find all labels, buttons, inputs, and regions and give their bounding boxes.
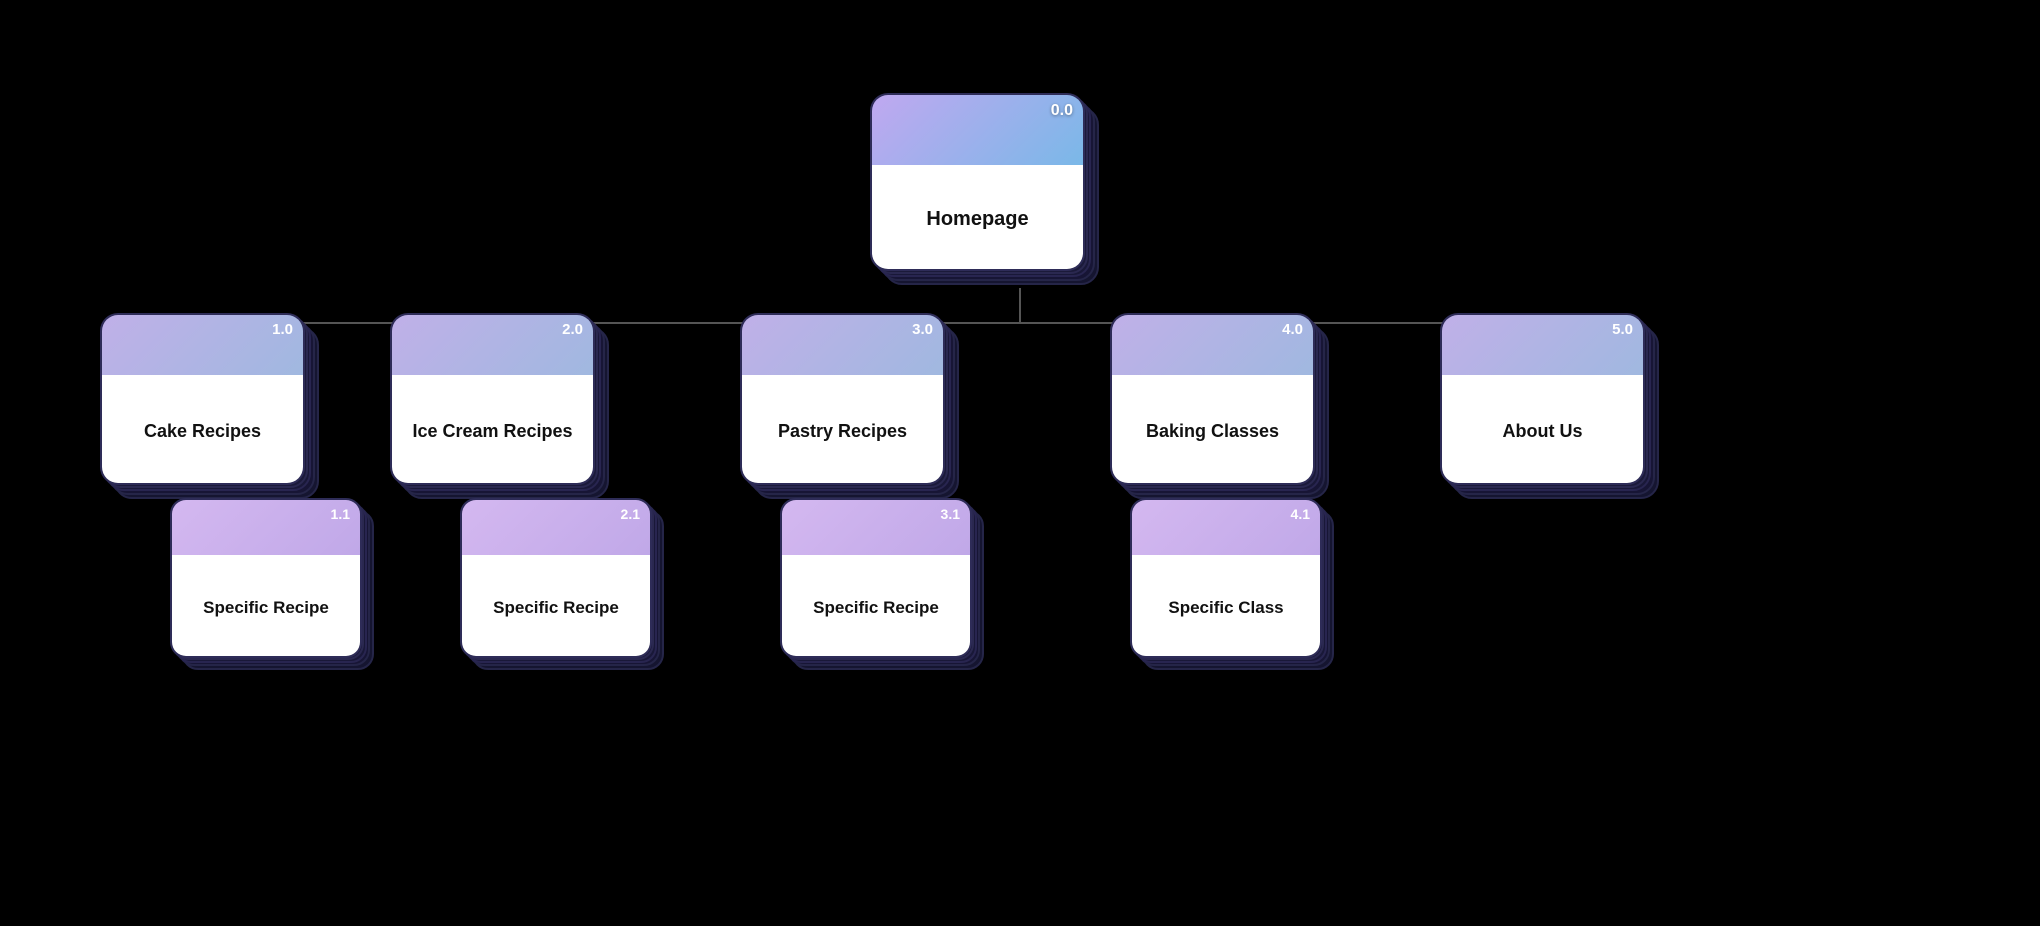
node-41-label: Specific Class (1168, 598, 1283, 618)
node-3-number: 3.0 (912, 321, 933, 338)
node-5[interactable]: 5.0 About Us (1440, 313, 1660, 503)
node-4[interactable]: 4.0 Baking Classes (1110, 313, 1330, 503)
node-3-label: Pastry Recipes (778, 421, 907, 442)
node-31-label: Specific Recipe (813, 598, 939, 618)
node-5-label: About Us (1503, 421, 1583, 442)
node-1-label: Cake Recipes (144, 421, 261, 442)
node-11-label: Specific Recipe (203, 598, 329, 618)
node-41[interactable]: 4.1 Specific Class (1130, 498, 1335, 673)
node-21-number: 2.1 (621, 506, 640, 522)
node-11-number: 1.1 (331, 506, 350, 522)
node-2-number: 2.0 (562, 321, 583, 338)
node-root-number: 0.0 (1051, 102, 1073, 120)
node-2-label: Ice Cream Recipes (412, 421, 572, 442)
node-11[interactable]: 1.1 Specific Recipe (170, 498, 375, 673)
node-1-number: 1.0 (272, 321, 293, 338)
node-root[interactable]: 0.0 Homepage (870, 93, 1100, 288)
node-31[interactable]: 3.1 Specific Recipe (780, 498, 985, 673)
node-3[interactable]: 3.0 Pastry Recipes (740, 313, 960, 503)
node-1[interactable]: 1.0 Cake Recipes (100, 313, 320, 503)
node-5-number: 5.0 (1612, 321, 1633, 338)
node-41-number: 4.1 (1291, 506, 1310, 522)
node-2[interactable]: 2.0 Ice Cream Recipes (390, 313, 610, 503)
node-31-number: 3.1 (941, 506, 960, 522)
node-21-label: Specific Recipe (493, 598, 619, 618)
node-21[interactable]: 2.1 Specific Recipe (460, 498, 665, 673)
node-4-label: Baking Classes (1146, 421, 1279, 442)
site-map-diagram: 0.0 Homepage 1.0 Cake Recipes (70, 38, 1970, 888)
node-root-label: Homepage (926, 208, 1028, 231)
node-4-number: 4.0 (1282, 321, 1303, 338)
